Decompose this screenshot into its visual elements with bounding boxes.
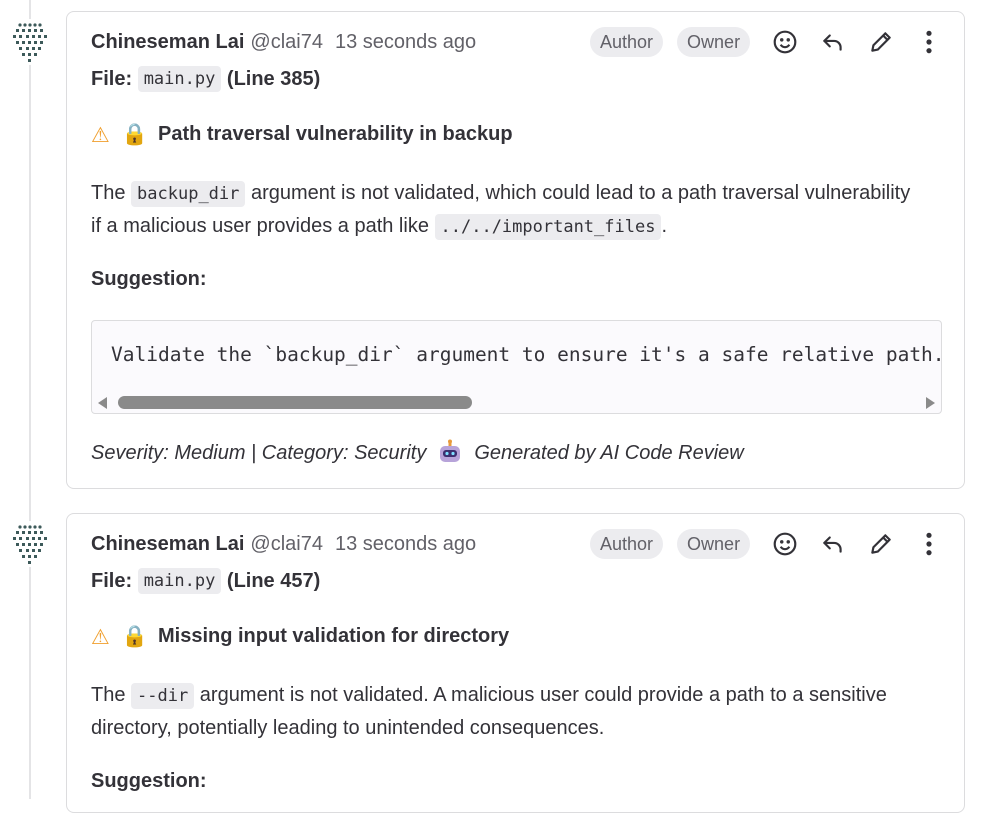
scroll-left-arrow-icon[interactable] [98,397,107,409]
body-text: The [91,182,126,204]
robot-icon [440,439,461,462]
lock-icon: 🔒 [121,122,148,146]
timestamp[interactable]: 13 seconds ago [335,533,476,556]
file-line: (Line 385) [226,67,321,90]
file-reference: File: main.py (Line 385) [91,66,320,92]
avatar[interactable] [7,521,53,567]
issue-title-line: ⚠ 🔒 Missing input validation for directo… [91,624,509,649]
issue-title: Path traversal vulnerability in backup [157,123,513,145]
body-text: . [661,215,668,237]
note-actions [767,24,947,60]
edit-button[interactable] [863,526,899,562]
horizontal-scrollbar[interactable] [92,393,941,413]
file-name: main.py [137,66,222,92]
suggestion-code: Validate the `backup_dir` argument to en… [111,343,942,366]
note-actions [767,526,947,562]
file-label: File: [91,67,133,90]
author-handle[interactable]: @clai74 [250,533,323,556]
badges: Author Owner [590,529,751,559]
file-name: main.py [137,568,222,594]
author-badge: Author [590,529,664,559]
more-actions-button[interactable] [911,24,947,60]
issue-description: The --dir argument is not validated. A m… [91,679,921,744]
scroll-right-arrow-icon[interactable] [926,397,935,409]
file-reference: File: main.py (Line 457) [91,568,320,594]
avatar[interactable] [7,19,53,65]
smiley-icon [773,30,797,54]
author-badge: Author [590,27,664,57]
file-label: File: [91,569,133,592]
note-header: Chineseman Lai @clai74 13 seconds ago [91,530,476,558]
pencil-icon [871,534,891,554]
review-note: Chineseman Lai @clai74 13 seconds ago Au… [66,513,965,813]
timestamp[interactable]: 13 seconds ago [335,31,476,54]
severity-category: Severity: Medium | Category: Security [91,441,427,464]
add-reaction-button[interactable] [767,24,803,60]
note-header: Chineseman Lai @clai74 13 seconds ago [91,28,476,56]
pencil-icon [871,32,891,52]
owner-badge: Owner [677,529,751,559]
inline-code: backup_dir [131,181,246,207]
issue-title-line: ⚠ 🔒 Path traversal vulnerability in back… [91,122,513,147]
review-note: Chineseman Lai @clai74 13 seconds ago Au… [66,11,965,489]
reply-button[interactable] [815,24,851,60]
author-name[interactable]: Chineseman Lai [91,31,244,54]
body-text: argument is not validated. A malicious u… [91,684,887,739]
warning-icon: ⚠ [91,122,110,147]
edit-button[interactable] [863,24,899,60]
badges: Author Owner [590,27,751,57]
inline-code: ../../important_files [434,214,662,240]
issue-title: Missing input validation for directory [157,625,510,647]
generated-by: Generated by AI Code Review [474,441,744,464]
warning-icon: ⚠ [91,624,110,649]
timeline-line [29,0,31,799]
file-line: (Line 457) [226,569,321,592]
lock-icon: 🔒 [121,624,148,648]
body-text: The [91,684,126,706]
author-name[interactable]: Chineseman Lai [91,533,244,556]
smiley-icon [773,532,797,556]
more-vertical-icon [926,532,932,556]
more-vertical-icon [926,30,932,54]
add-reaction-button[interactable] [767,526,803,562]
suggestion-code-block: Validate the `backup_dir` argument to en… [91,320,942,414]
issue-description: The backup_dir argument is not validated… [91,177,921,243]
reply-icon [823,536,842,553]
suggestion-label: Suggestion: [91,268,207,290]
suggestion-label: Suggestion: [91,770,207,792]
scroll-thumb[interactable] [118,396,472,409]
more-actions-button[interactable] [911,526,947,562]
owner-badge: Owner [677,27,751,57]
author-handle[interactable]: @clai74 [250,31,323,54]
reply-button[interactable] [815,526,851,562]
inline-code: --dir [131,683,195,709]
reply-icon [823,34,842,51]
note-footer: Severity: Medium | Category: Security Ge… [91,439,744,467]
